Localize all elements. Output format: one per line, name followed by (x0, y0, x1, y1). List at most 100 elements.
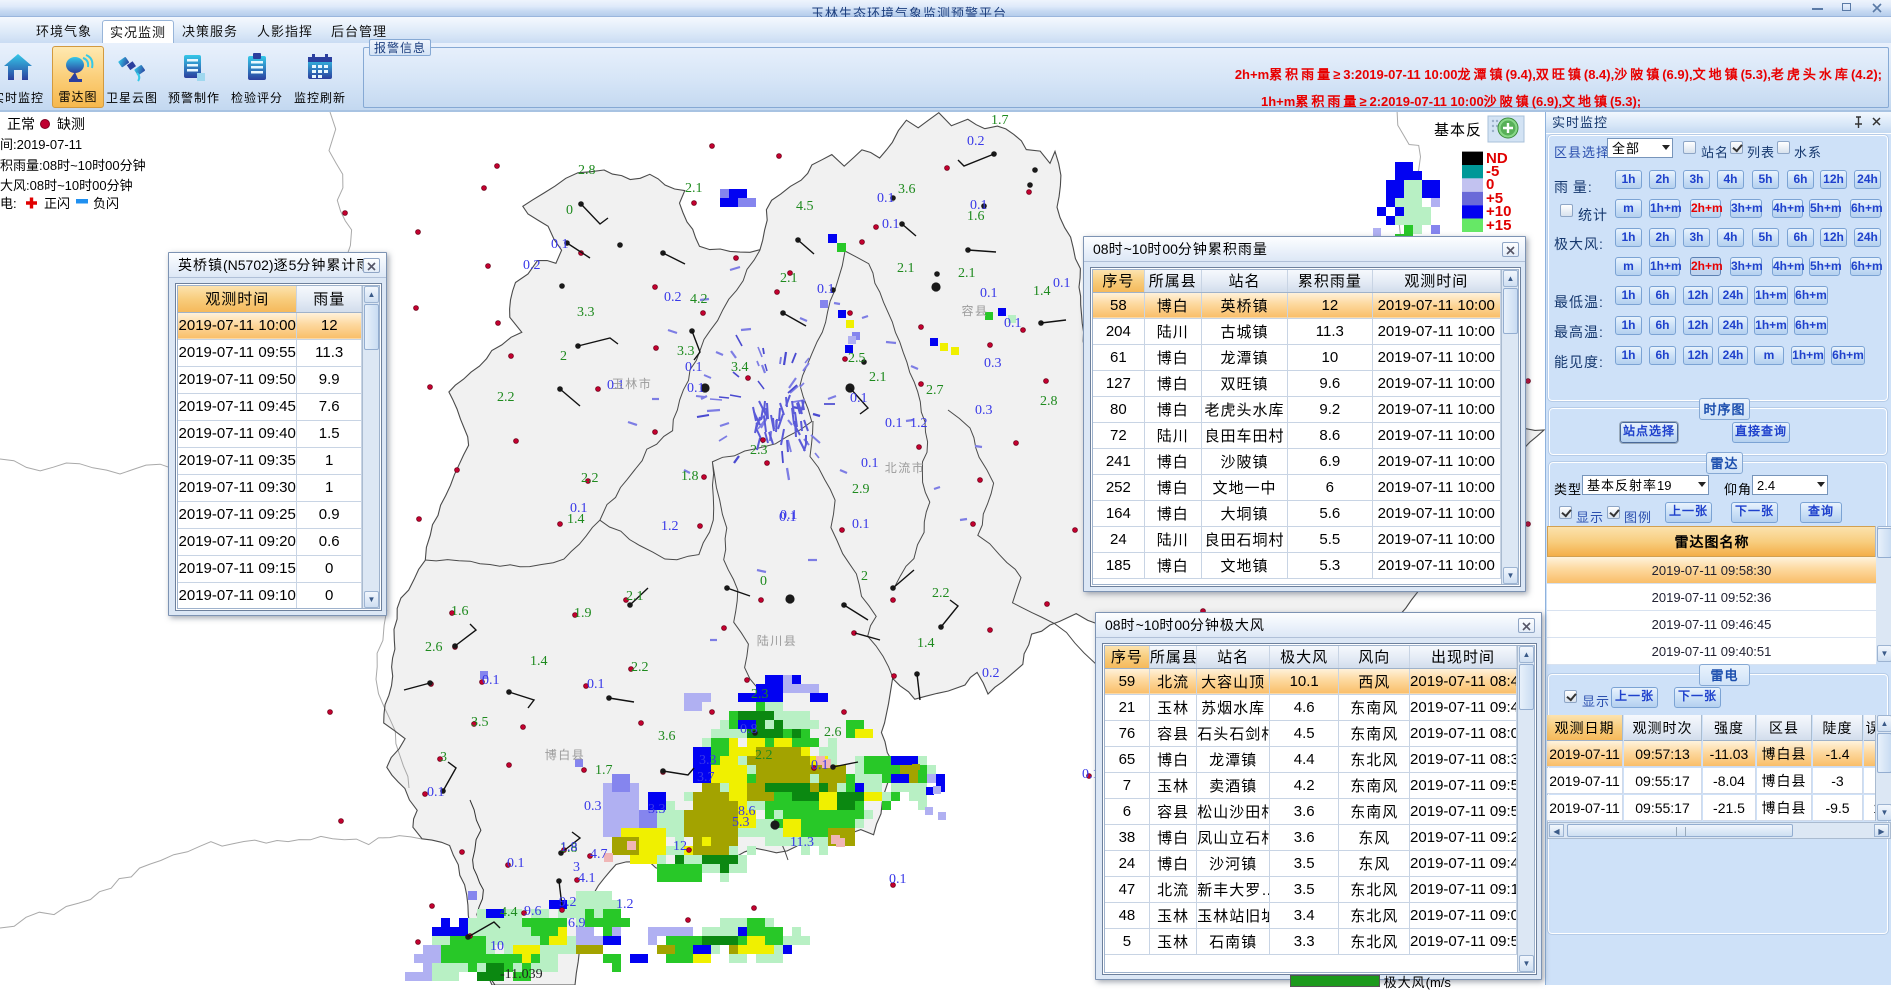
svg-text:0.2: 0.2 (967, 134, 985, 149)
svg-text:0.1: 0.1 (1302, 393, 1320, 408)
svg-text:0.1: 0.1 (811, 758, 829, 773)
svg-text:博白县: 博白县 (545, 747, 586, 762)
svg-text:3.3: 3.3 (699, 753, 717, 768)
svg-text:0.1: 0.1 (850, 391, 868, 406)
svg-text:-11.039: -11.039 (500, 967, 543, 982)
svg-text:4.5: 4.5 (796, 199, 814, 214)
svg-text:0.1: 0.1 (861, 456, 879, 471)
svg-text:0.1: 0.1 (970, 198, 988, 213)
svg-text:0.1: 0.1 (852, 517, 870, 532)
svg-text:4.1: 4.1 (578, 871, 596, 886)
svg-text:4.4: 4.4 (500, 905, 518, 920)
svg-text:正常: 正常 (7, 116, 35, 132)
svg-text:2.3: 2.3 (750, 443, 768, 458)
svg-text:2.7: 2.7 (1199, 611, 1217, 626)
svg-text:2: 2 (861, 569, 868, 584)
svg-text:1.2: 1.2 (661, 519, 679, 534)
svg-text:1.4: 1.4 (1033, 284, 1051, 299)
svg-text:0.1: 0.1 (427, 785, 445, 800)
svg-text:0.1: 0.1 (687, 381, 705, 396)
svg-text:2.6: 2.6 (425, 640, 443, 655)
svg-text:0.2: 0.2 (664, 290, 682, 305)
svg-text:积雨量:08时~10时00分钟: 积雨量:08时~10时00分钟 (0, 158, 146, 173)
svg-text:间:2019-07-11: 间:2019-07-11 (0, 137, 82, 152)
svg-text:0.1: 0.1 (587, 677, 605, 692)
svg-text:2.2: 2.2 (932, 586, 950, 601)
svg-text:负闪: 负闪 (93, 196, 119, 211)
svg-text:1.9: 1.9 (574, 606, 592, 621)
svg-text:0.2: 0.2 (523, 258, 541, 273)
svg-text:0.1: 0.1 (1365, 460, 1383, 475)
svg-text:大风:08时~10时00分钟: 大风:08时~10时00分钟 (0, 178, 133, 193)
svg-text:0.8: 0.8 (740, 722, 758, 737)
svg-text:10: 10 (490, 939, 504, 954)
svg-text:0.1: 0.1 (507, 856, 525, 871)
svg-text:+15: +15 (1486, 217, 1511, 234)
svg-text:0.1: 0.1 (482, 673, 500, 688)
svg-text:1.4: 1.4 (530, 654, 548, 669)
svg-text:0.3: 0.3 (975, 403, 993, 418)
svg-text:0.1: 0.1 (551, 237, 569, 252)
svg-text:1.4: 1.4 (917, 636, 935, 651)
svg-text:2.8: 2.8 (578, 163, 596, 178)
svg-text:12: 12 (673, 839, 687, 854)
svg-text:3.5: 3.5 (471, 715, 489, 730)
svg-text:2: 2 (560, 349, 567, 364)
svg-text:0.3: 0.3 (1310, 542, 1328, 557)
svg-text:容县: 容县 (961, 303, 988, 318)
svg-text:4.2: 4.2 (690, 292, 708, 307)
svg-text:1.6: 1.6 (451, 604, 469, 619)
svg-text:1.2: 1.2 (910, 416, 928, 431)
svg-text:正闪: 正闪 (44, 196, 70, 211)
svg-text:11.3: 11.3 (790, 835, 814, 850)
svg-text:2.1: 2.1 (685, 181, 703, 196)
svg-text:0.3: 0.3 (1251, 650, 1269, 665)
svg-text:1.7: 1.7 (991, 113, 1009, 128)
svg-text:0: 0 (566, 203, 573, 218)
svg-text:0.1: 0.1 (1082, 767, 1100, 782)
svg-text:2.2: 2.2 (631, 660, 649, 675)
svg-text:玉林市: 玉林市 (612, 376, 653, 391)
svg-text:1.2: 1.2 (616, 897, 634, 912)
svg-text:3.4: 3.4 (731, 360, 749, 375)
svg-text:2.6: 2.6 (824, 725, 842, 740)
svg-text:2.9: 2.9 (852, 482, 870, 497)
svg-text:0.1: 0.1 (882, 217, 900, 232)
svg-text:0.1: 0.1 (1124, 686, 1142, 701)
svg-text:0.1: 0.1 (885, 416, 903, 431)
svg-text:2.2: 2.2 (581, 471, 599, 486)
svg-text:3.6: 3.6 (658, 729, 676, 744)
svg-text:0.1: 0.1 (877, 191, 895, 206)
svg-text:2.1: 2.1 (780, 271, 798, 286)
svg-text:0.1: 0.1 (779, 510, 797, 525)
svg-text:2.2: 2.2 (497, 390, 515, 405)
svg-text:0.2: 0.2 (982, 666, 1000, 681)
svg-text:3.3: 3.3 (577, 305, 595, 320)
svg-text:1.8: 1.8 (681, 469, 699, 484)
svg-text:2.2: 2.2 (755, 748, 773, 763)
svg-text:9.2: 9.2 (559, 895, 577, 910)
svg-text:3.7: 3.7 (697, 770, 715, 785)
svg-text:2.1: 2.1 (897, 261, 915, 276)
svg-text:缺测: 缺测 (57, 116, 85, 132)
svg-text:0.1: 0.1 (1053, 276, 1071, 291)
svg-text:6.9: 6.9 (568, 916, 586, 931)
svg-text:0.1: 0.1 (817, 282, 835, 297)
svg-text:1.8: 1.8 (560, 840, 578, 855)
svg-text:2.1: 2.1 (869, 370, 887, 385)
svg-text:1.2: 1.2 (1160, 680, 1178, 695)
svg-text:陆川县: 陆川县 (757, 633, 798, 648)
svg-text:2.8: 2.8 (1040, 394, 1058, 409)
svg-text:0.1: 0.1 (570, 501, 588, 516)
svg-text:北流市: 北流市 (885, 460, 926, 475)
svg-text:3: 3 (440, 750, 447, 765)
svg-text:0.1: 0.1 (1004, 316, 1022, 331)
svg-text:0: 0 (760, 574, 767, 589)
svg-text:2.1: 2.1 (626, 589, 644, 604)
svg-text:3.5: 3.5 (1255, 762, 1273, 777)
svg-text:0.1: 0.1 (889, 872, 907, 887)
svg-text:0.1: 0.1 (980, 286, 998, 301)
svg-text:0.1: 0.1 (685, 360, 703, 375)
svg-text:0.3: 0.3 (584, 799, 602, 814)
svg-text:9.6: 9.6 (524, 904, 542, 919)
